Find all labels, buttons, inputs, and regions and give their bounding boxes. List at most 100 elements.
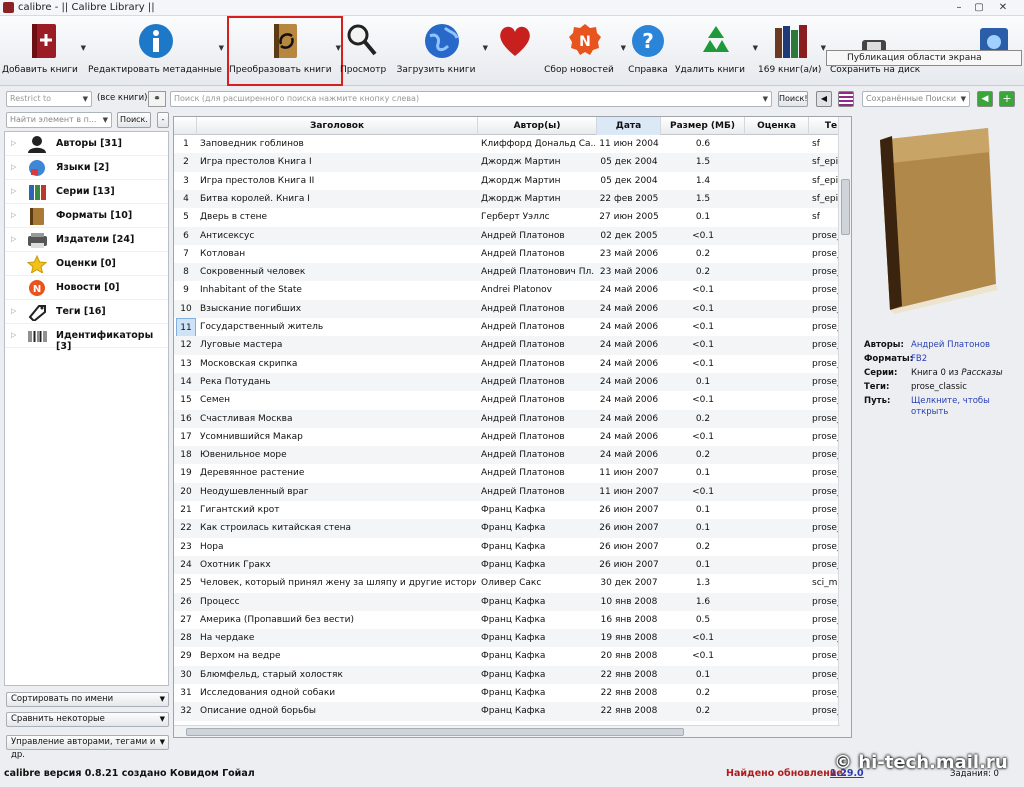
book-tags: prose_	[812, 450, 840, 461]
category-languages[interactable]: ▷ Языки [2]	[5, 156, 168, 180]
table-row[interactable]: 26 Процесс Франц Кафка 10 янв 2008 1.6 prose_	[174, 592, 840, 611]
table-row[interactable]: 7 Котлован Андрей Платонов 23 май 2006 0.2 pr…	[174, 245, 840, 263]
expand-arrow-icon[interactable]: ▷	[11, 163, 16, 171]
scrollbar-thumb[interactable]	[186, 728, 684, 736]
table-row[interactable]: 13 Московская скрипка Андрей Платонов 24 ма…	[174, 355, 840, 373]
table-row[interactable]: 22 Как строилась китайская стена Франц Каф…	[174, 519, 840, 538]
library-button[interactable]: 169 книг(а/и) ▼	[758, 18, 826, 84]
category-news[interactable]: N Новости [0]	[5, 276, 168, 300]
category-series[interactable]: ▷ Серии [13]	[5, 180, 168, 204]
table-row[interactable]: 2 Игра престолов Книга I Джордж Мартин 05 д…	[174, 153, 840, 172]
table-row[interactable]: 5 Дверь в стене Герберт Уэллс 27 июн 2005 0.…	[174, 208, 840, 226]
authors-link[interactable]: Андрей Платонов	[911, 340, 990, 350]
sort-by-name-combo[interactable]: Сортировать по имени ▼	[6, 692, 169, 707]
table-row[interactable]: 1 Заповедник гоблинов Клиффорд Дональд Са.…	[174, 135, 840, 153]
view-button[interactable]: Просмотр	[340, 18, 386, 84]
expand-arrow-icon[interactable]: ▷	[11, 187, 16, 195]
book-date: 22 янв 2008	[600, 688, 658, 698]
table-row[interactable]: 24 Охотник Гракх Франц Кафка 26 июн 2007 0.1…	[174, 555, 840, 575]
book-cover-image[interactable]	[866, 124, 1014, 316]
category-authors[interactable]: ▷ Авторы [31]	[5, 132, 168, 156]
table-row[interactable]: 25 Человек, который принял жену за шляпу …	[174, 574, 840, 592]
table-row[interactable]: 15 Семен Андрей Платонов 24 май 2006 <0.1 pro…	[174, 391, 840, 409]
table-row[interactable]: 4 Битва королей. Книга I Джордж Мартин 22 ф…	[174, 189, 840, 209]
table-row[interactable]: 9 Inhabitant of the State Andrei Platonov 2…	[174, 281, 840, 299]
table-row[interactable]: 27 Америка (Пропавший без вести) Франц Каф…	[174, 611, 840, 629]
table-row[interactable]: 29 Верхом на ведре Франц Кафка 20 янв 2008 <…	[174, 647, 840, 665]
column-size-header[interactable]: Размер (МБ)	[661, 117, 745, 135]
scrollbar-thumb[interactable]	[841, 179, 850, 235]
table-row[interactable]: 19 Деревянное растение Андрей Платонов 11 и…	[174, 464, 840, 482]
tag-collapse-button[interactable]: -	[157, 112, 169, 128]
maximize-button[interactable]: ▢	[970, 1, 988, 14]
format-link[interactable]: FB2	[911, 354, 927, 364]
add-books-dropdown-arrow[interactable]: ▼	[81, 44, 86, 52]
category-identifiers[interactable]: ▷ Идентификаторы [3]	[5, 324, 168, 352]
table-row[interactable]: 8 Сокровенный человек Андрей Платонович Пл…	[174, 263, 840, 282]
tag-browser-search-input[interactable]: Найти элемент в п... ▼	[6, 112, 112, 128]
help-button[interactable]: ? Справка	[626, 18, 670, 84]
tag-search-button[interactable]: Поиск.	[117, 112, 151, 128]
table-row[interactable]: 20 Неодушевленный враг Андрей Платонов 11 и…	[174, 482, 840, 501]
table-row[interactable]: 14 Река Потудань Андрей Платонов 24 май 200…	[174, 372, 840, 392]
table-row[interactable]: 21 Гигантский крот Франц Кафка 26 июн 2007 0…	[174, 501, 840, 519]
table-row[interactable]: 23 Нора Франц Кафка 26 июн 2007 0.2 prose_	[174, 538, 840, 556]
table-row[interactable]: 18 Ювенильное море Андрей Платонов 24 май 2…	[174, 446, 840, 465]
table-row[interactable]: 6 Антисексус Андрей Платонов 02 дек 2005 <0.…	[174, 226, 840, 245]
book-title: Взыскание погибших	[200, 303, 302, 314]
open-path-link[interactable]: Щелкните, чтобы открыть	[911, 396, 991, 418]
horizontal-scrollbar[interactable]	[174, 725, 840, 737]
table-row[interactable]: 12 Луговые мастера Андрей Платонов 24 май 2…	[174, 336, 840, 355]
table-row[interactable]: 17 Усомнившийся Макар Андрей Платонов 24 ма…	[174, 428, 840, 446]
series-name: Рассказы	[961, 368, 1003, 378]
remove-books-button[interactable]: Удалить книги ▼	[674, 18, 758, 84]
column-title-header[interactable]: Заголовок	[197, 117, 478, 135]
restrict-to-combo[interactable]: Restrict to ▼	[6, 91, 92, 107]
table-row[interactable]: 30 Блюмфельд, старый холостяк Франц Кафка 2…	[174, 665, 840, 684]
edit-metadata-button[interactable]: Редактировать метаданные ▼	[88, 18, 224, 84]
search-input[interactable]: Поиск (для расширенного поиска нажмите к…	[170, 91, 772, 107]
table-row[interactable]: 10 Взыскание погибших Андрей Платонов 24 ма…	[174, 299, 840, 318]
fetch-dropdown-arrow[interactable]: ▼	[483, 44, 488, 52]
fetch-books-button[interactable]: Загрузить книги ▼	[396, 18, 488, 84]
close-window-button[interactable]: ✕	[994, 1, 1012, 14]
manage-authors-tags-combo[interactable]: Управление авторами, тегами и др. ▼	[6, 735, 169, 760]
minimize-button[interactable]: –	[950, 1, 968, 14]
expand-arrow-icon[interactable]: ▷	[11, 211, 16, 219]
column-author-header[interactable]: Автор(ы)	[478, 117, 597, 135]
advanced-search-binoculars-icon[interactable]: ⚭	[148, 91, 166, 107]
book-tags: prose_	[812, 541, 840, 552]
table-row[interactable]: 31 Исследования одной собаки Франц Кафка 22…	[174, 684, 840, 702]
expand-arrow-icon[interactable]: ▷	[11, 307, 16, 315]
get-books-heart-button[interactable]	[492, 18, 538, 84]
expand-arrow-icon[interactable]: ▷	[11, 331, 16, 339]
highlight-toggle-icon[interactable]	[838, 91, 854, 107]
table-row[interactable]: 3 Игра престолов Книга II Джордж Мартин 05 …	[174, 172, 840, 190]
row-number: 21	[180, 505, 192, 515]
book-title: Государственный житель	[200, 322, 324, 332]
add-search-icon[interactable]: +	[999, 91, 1015, 107]
clear-search-icon[interactable]: ◀	[816, 91, 832, 107]
table-row[interactable]: 32 Описание одной борьбы Франц Кафка 22 янв…	[174, 702, 840, 721]
column-rating-header[interactable]: Оценка	[745, 117, 809, 135]
table-row[interactable]: 16 Счастливая Москва Андрей Платонов 24 май…	[174, 409, 840, 428]
category-formats[interactable]: ▷ Форматы [10]	[5, 204, 168, 228]
search-go-button[interactable]: Поиск!	[778, 91, 808, 107]
fetch-news-button[interactable]: N Сбор новостей ▼	[544, 18, 626, 84]
category-ratings[interactable]: Оценки [0]	[5, 252, 168, 276]
category-tags[interactable]: ▷ Теги [16]	[5, 300, 168, 324]
expand-arrow-icon[interactable]: ▷	[11, 139, 16, 147]
match-some-combo[interactable]: Сравнить некоторые ▼	[6, 712, 169, 727]
add-books-button[interactable]: Добавить книги ▼	[2, 18, 86, 84]
table-row[interactable]: 28 На чердаке Франц Кафка 19 янв 2008 <0.1 pr…	[174, 629, 840, 648]
vertical-scrollbar[interactable]	[838, 117, 851, 737]
table-row[interactable]: 11 Государственный житель Андрей Платонов 2…	[174, 318, 840, 338]
convert-books-button[interactable]: Преобразовать книги ▼	[227, 16, 343, 86]
column-date-header[interactable]: Дата	[597, 117, 661, 135]
saved-searches-combo[interactable]: Сохранённые Поиски ▼	[862, 91, 970, 107]
save-search-icon[interactable]: ◀	[977, 91, 993, 107]
category-publishers[interactable]: ▷ Издатели [24]	[5, 228, 168, 252]
row-number: 8	[183, 267, 189, 278]
edit-metadata-dropdown-arrow[interactable]: ▼	[219, 44, 224, 52]
expand-arrow-icon[interactable]: ▷	[11, 235, 16, 243]
